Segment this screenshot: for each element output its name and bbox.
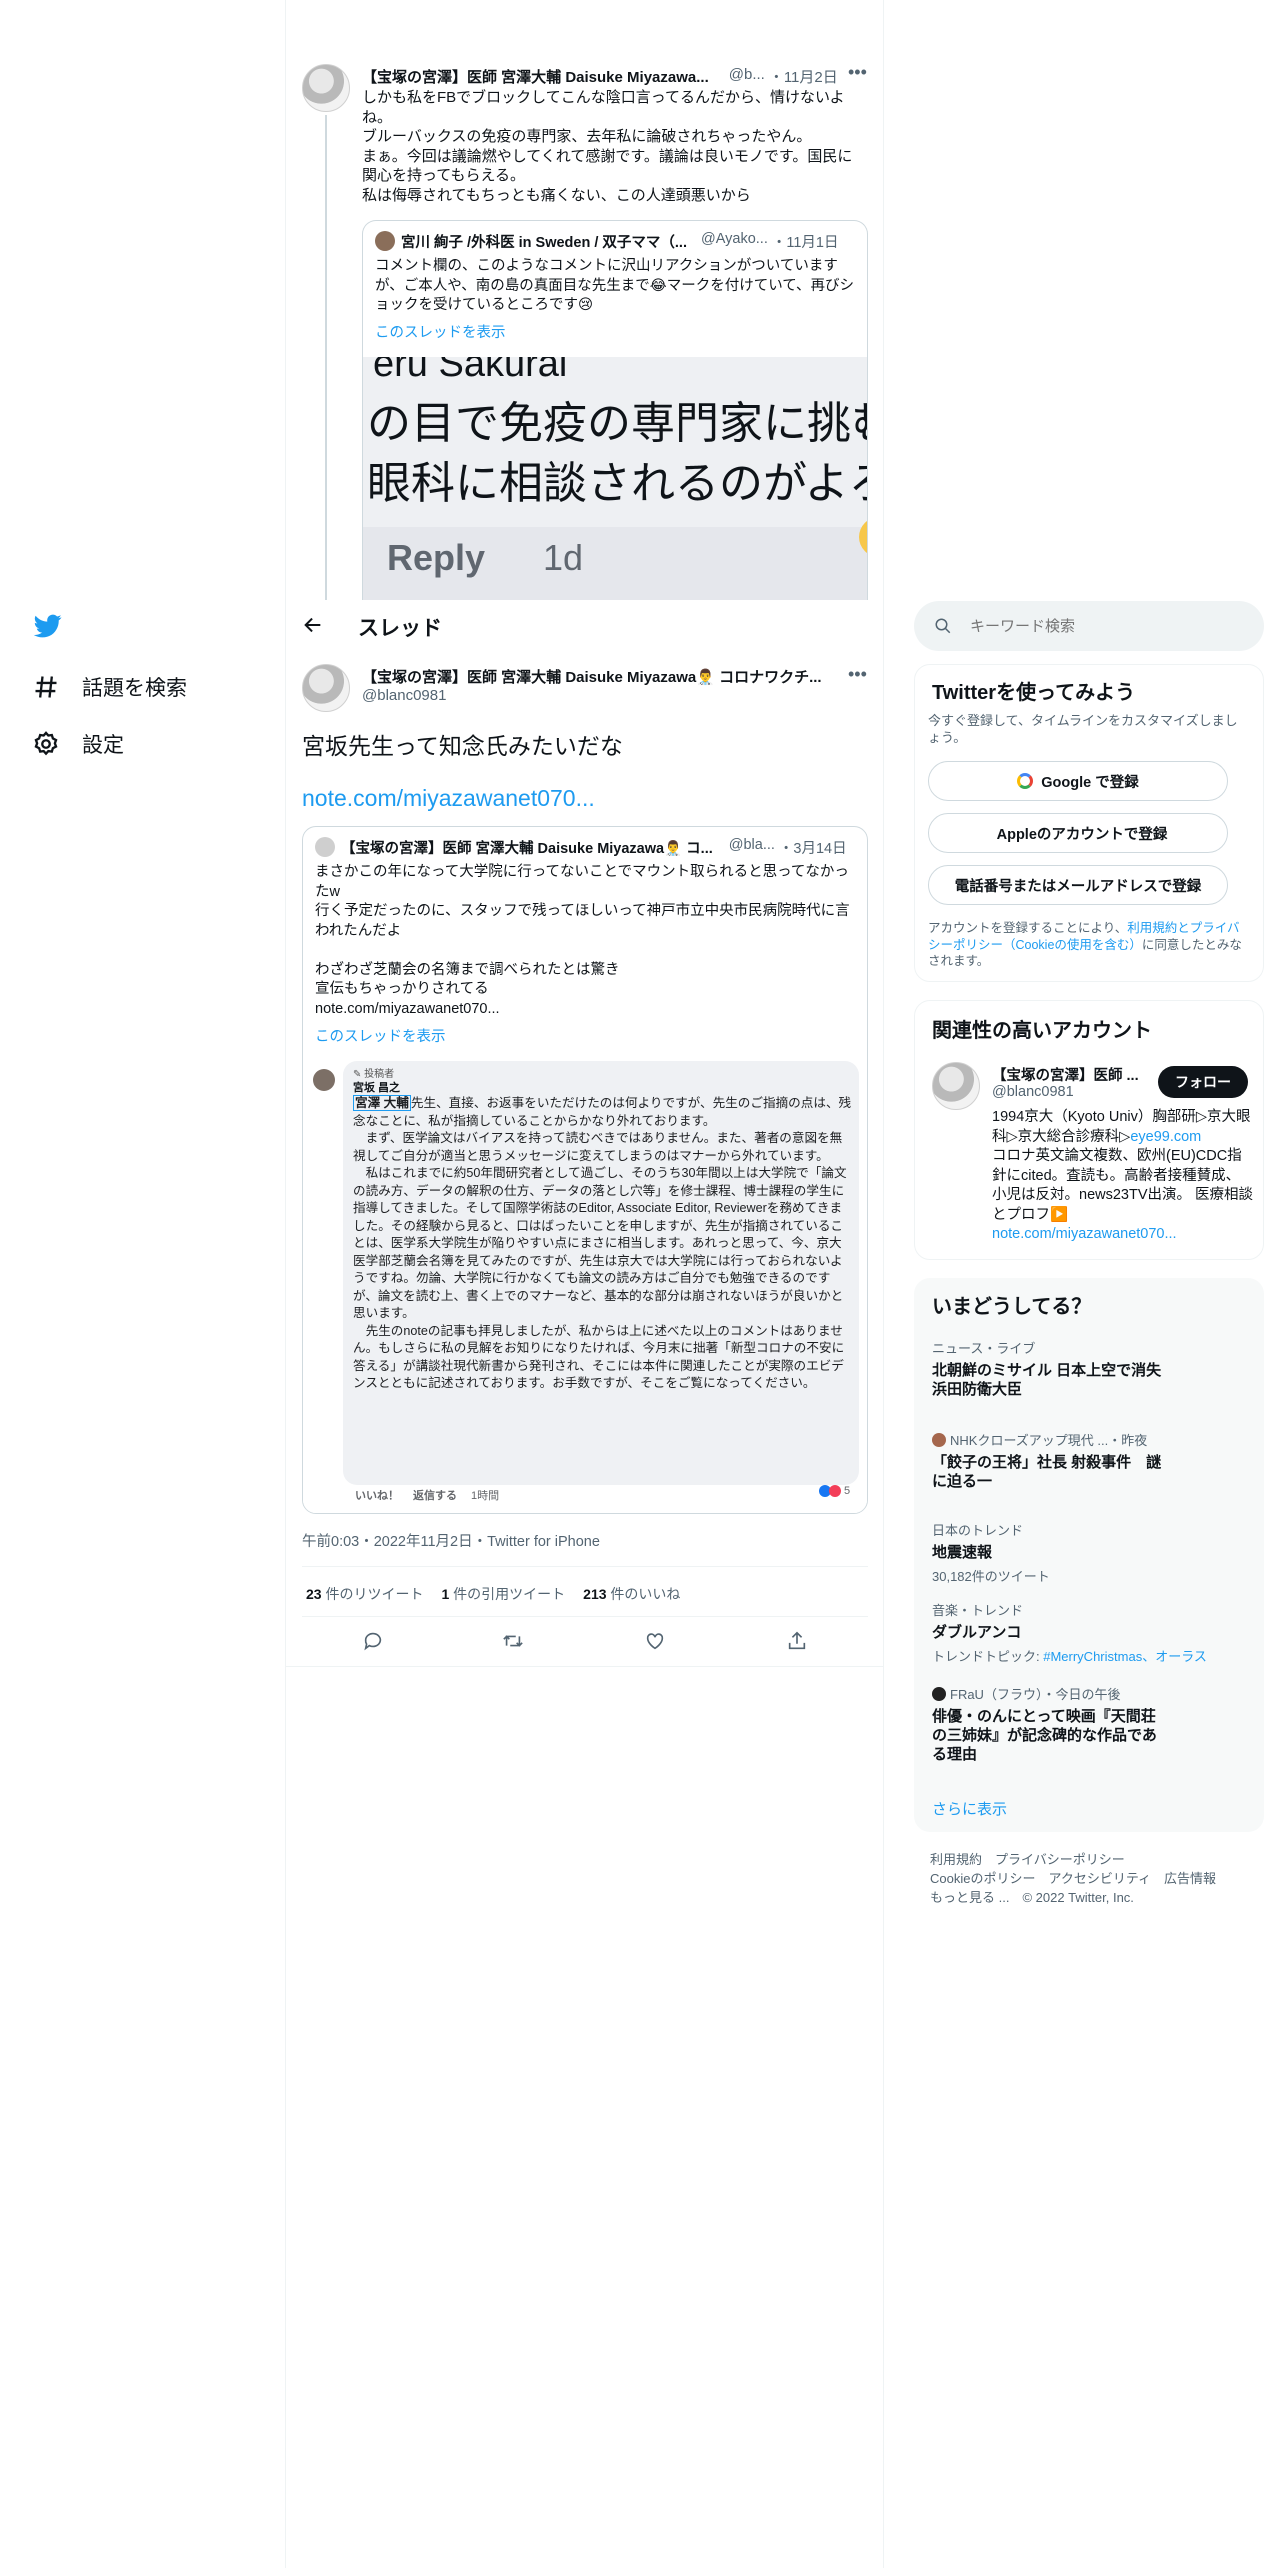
tweet-stats: 23 件のリツイート 1 件の引用ツイート 213 件のいいね xyxy=(306,1584,680,1604)
tweet-link[interactable]: note.com/miyazawanet070... xyxy=(302,785,595,812)
trend-item[interactable]: ニュース・ライブ 北朝鮮のミサイル 日本上空で消失 浜田防衛大臣 xyxy=(932,1338,1232,1399)
quoted-author-handle: @bla... xyxy=(728,837,775,853)
quoted-author-name: 【宝塚の宮澤】医師 宮澤大輔 Daisuke Miyazawa👨‍⚕️ コ... xyxy=(341,841,713,857)
trend-item[interactable]: 日本のトレンド 地震速報 30,182件のツイート xyxy=(932,1520,1232,1585)
heart-reaction-icon xyxy=(829,1485,841,1497)
avatar xyxy=(932,1432,946,1447)
quoted-author-handle: @Ayako... xyxy=(701,231,768,247)
related-account-name[interactable]: 【宝塚の宮澤】医師 ... xyxy=(992,1064,1139,1085)
divider xyxy=(302,1566,868,1567)
thread-line xyxy=(325,115,327,600)
avatar xyxy=(375,231,395,251)
fb-author-name: 宮坂 昌之 xyxy=(353,1082,401,1094)
nav-settings-label: 設定 xyxy=(82,734,124,757)
divider xyxy=(302,1616,868,1617)
twitter-bird-icon[interactable] xyxy=(32,612,64,640)
like-count[interactable]: 213 件のいいね xyxy=(583,1584,680,1604)
author-handle[interactable]: @b... xyxy=(729,66,765,87)
search-input[interactable] xyxy=(970,617,1230,635)
like-icon[interactable] xyxy=(644,1630,666,1652)
avatar xyxy=(932,1686,946,1701)
fb-comment-bubble: ✎ 投稿者 宮坂 昌之 宮澤 大輔 先生、直接、お返事をいただけたのは何よりですが… xyxy=(343,1061,859,1485)
author-name[interactable]: 【宝塚の宮澤】医師 宮澤大輔 Daisuke Miyazawa👨‍⚕️ コロナワ… xyxy=(362,666,822,687)
trend-item[interactable]: 音楽・トレンド ダブルアンコ トレンドトピック: #MerryChristmas… xyxy=(932,1600,1252,1665)
apple-signup-button[interactable]: Appleのアカウントで登録 xyxy=(928,813,1228,853)
fb-author-badge: ✎ 投稿者 xyxy=(353,1069,395,1080)
tweet-timestamp[interactable]: 午前0:03・2022年11月2日・Twitter for iPhone xyxy=(302,1530,600,1551)
signup-subtitle: 今すぐ登録して、タイムラインをカスタマイズしましょう。 xyxy=(928,713,1238,745)
author-handle[interactable]: @blanc0981 xyxy=(362,687,446,704)
quoted-tweet[interactable]: 【宝塚の宮澤】医師 宮澤大輔 Daisuke Miyazawa👨‍⚕️ コ...… xyxy=(302,826,868,1514)
follow-button[interactable]: フォロー xyxy=(1158,1066,1248,1098)
fb-reactions: 5 xyxy=(819,1485,850,1497)
show-thread-link[interactable]: このスレッドを表示 xyxy=(375,321,506,342)
nav-settings[interactable]: 設定 xyxy=(32,729,124,759)
hashtag-icon xyxy=(35,676,57,698)
share-icon[interactable] xyxy=(786,1630,808,1652)
left-column-divider xyxy=(285,0,286,2568)
quoted-image[interactable]: eru Sakurai の目で免疫の専門家に挑む 眼科に相談されるのがよろ Re… xyxy=(363,357,867,600)
more-icon[interactable]: ••• xyxy=(848,664,867,685)
author-name[interactable]: 【宝塚の宮澤】医師 宮澤大輔 Daisuke Miyazawa... xyxy=(362,66,709,87)
gear-icon xyxy=(34,731,58,756)
tweet-header: 【宝塚の宮澤】医師 宮澤大輔 Daisuke Miyazawa... @b...… xyxy=(362,66,862,87)
back-arrow-icon[interactable] xyxy=(302,614,324,636)
related-title: 関連性の高いアカウント xyxy=(932,1020,1152,1042)
quoted-date: ・11月1日 xyxy=(771,235,839,251)
quoted-author-name: 宮川 絢子 /外科医 in Sweden / 双子ママ（... xyxy=(401,235,687,251)
avatar xyxy=(315,837,335,857)
quoted-date: ・3月14日 xyxy=(778,841,847,857)
divider xyxy=(286,1666,883,1667)
related-account-handle[interactable]: @blanc0981 xyxy=(992,1084,1074,1100)
retweet-count[interactable]: 23 件のリツイート xyxy=(306,1584,423,1604)
fb-mention: 宮澤 大輔 xyxy=(353,1095,411,1111)
quoted-tweet[interactable]: 宮川 絢子 /外科医 in Sweden / 双子ママ（... @Ayako..… xyxy=(362,220,868,600)
tweet-date[interactable]: ・11月2日 xyxy=(769,66,838,87)
footer-links[interactable]: 利用規約 プライバシーポリシー Cookieのポリシー アクセシビリティ 広告情… xyxy=(930,1850,1250,1907)
show-more-trends-link[interactable]: さらに表示 xyxy=(932,1798,1007,1819)
avatar xyxy=(313,1069,335,1091)
retweet-icon[interactable] xyxy=(502,1630,524,1652)
quoted-image[interactable]: ✎ 投稿者 宮坂 昌之 宮澤 大輔 先生、直接、お返事をいただけたのは何よりですが… xyxy=(303,1057,867,1513)
more-icon[interactable]: ••• xyxy=(848,62,867,83)
tweet-text: しかも私をFBでブロックしてこんな陰口言ってるんだから、情けないよね。 ブルーバ… xyxy=(362,89,853,204)
trend-item[interactable]: NHKクローズアップ現代 ...・昨夜 「餃子の王将」社長 射殺事件 謎 に迫る… xyxy=(932,1430,1232,1491)
avatar[interactable] xyxy=(302,64,350,112)
search-icon xyxy=(935,618,951,634)
quoted-text: コメント欄の、このようなコメントに沢山リアクションがついていますが、ご本人や、南… xyxy=(375,258,855,313)
avatar[interactable] xyxy=(302,664,350,712)
tweet-text: 宮坂先生って知念氏みたいだな xyxy=(302,733,623,759)
nav-explore[interactable]: 話題を検索 xyxy=(32,672,187,702)
show-thread-link[interactable]: このスレッドを表示 xyxy=(315,1025,446,1046)
google-signup-button[interactable]: Google で登録 xyxy=(928,761,1228,801)
google-icon xyxy=(1017,773,1034,789)
trends-title: いまどうしてる？ xyxy=(932,1296,1092,1318)
reply-icon[interactable] xyxy=(362,1630,384,1652)
signup-legal: アカウントを登録することにより、利用規約とプライバシーポリシー（Cookieの使… xyxy=(928,921,1242,968)
right-column-divider xyxy=(883,0,884,2568)
quote-count[interactable]: 1 件の引用ツイート xyxy=(441,1584,565,1604)
related-account-bio: 1994京大（Kyoto Univ）胸部研▷京大眼科▷京大総合診療科▷eye99… xyxy=(992,1109,1254,1242)
nav-explore-label: 話題を検索 xyxy=(82,677,187,700)
signup-title: Twitterを使ってみよう xyxy=(932,682,1136,704)
trend-item[interactable]: FRaU（フラウ）・今日の午後 俳優・のんにとって映画『天間荘 の三姉妹』が記念… xyxy=(932,1684,1232,1764)
fb-actions: いいね！ 返信する 1時間 xyxy=(355,1490,500,1502)
phone-signup-button[interactable]: 電話番号またはメールアドレスで登録 xyxy=(928,865,1228,905)
search-bar[interactable] xyxy=(914,601,1264,651)
quoted-text: まさかこの年になって大学院に行ってないことでマウント取られると思ってなかったw … xyxy=(315,864,850,1017)
avatar[interactable] xyxy=(932,1062,980,1110)
page-title: スレッド xyxy=(358,617,442,640)
fb-comment-text: 宮澤 大輔 先生、直接、お返事をいただけたのは何よりですが、先生のご指摘の点は、残… xyxy=(353,1095,852,1390)
